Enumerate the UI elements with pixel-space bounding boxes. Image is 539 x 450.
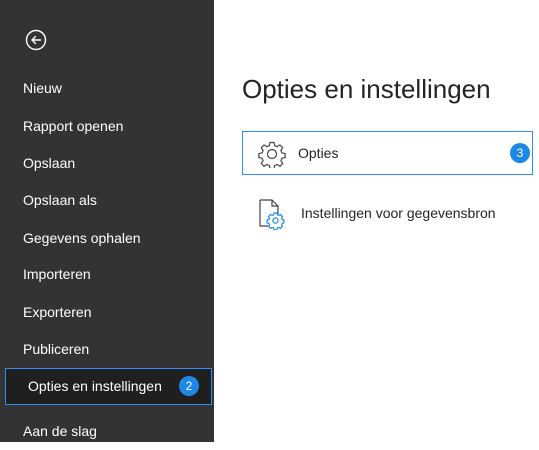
- page-title: Opties en instellingen: [242, 74, 491, 104]
- options-button[interactable]: Opties 3: [242, 131, 533, 175]
- document-settings-icon: [257, 198, 285, 231]
- data-source-settings-label: Instellingen voor gegevensbron: [301, 205, 496, 221]
- sidebar-item-label: Aan de slag: [23, 423, 97, 439]
- sidebar-item-label: Importeren: [23, 266, 91, 282]
- sidebar-item-opslaan-als[interactable]: Opslaan als: [0, 182, 214, 219]
- sidebar-item-nieuw[interactable]: Nieuw: [0, 70, 214, 107]
- sidebar-item-label: Gegevens ophalen: [23, 230, 141, 246]
- sidebar-item-rapport-openen[interactable]: Rapport openen: [0, 108, 214, 145]
- data-source-settings-button[interactable]: Instellingen voor gegevensbron: [242, 192, 539, 236]
- sidebar-item-label: Nieuw: [23, 80, 62, 96]
- sidebar-item-aan-de-slag[interactable]: Aan de slag: [0, 413, 214, 450]
- sidebar-item-label: Exporteren: [23, 304, 92, 320]
- sidebar-item-label: Opslaan als: [23, 192, 97, 208]
- sidebar-item-label: Opslaan: [23, 155, 76, 171]
- step-badge: 3: [510, 143, 530, 163]
- sidebar-item-opties-en-instellingen[interactable]: Opties en instellingen 2: [5, 368, 212, 405]
- backstage-sidebar: Nieuw Rapport openen Opslaan Opslaan als…: [0, 0, 214, 442]
- options-label: Opties: [298, 145, 339, 161]
- sidebar-item-publiceren[interactable]: Publiceren: [0, 331, 214, 368]
- sidebar-item-importeren[interactable]: Importeren: [0, 256, 214, 293]
- back-arrow-icon[interactable]: [25, 29, 47, 51]
- sidebar-item-opslaan[interactable]: Opslaan: [0, 145, 214, 182]
- sidebar-item-label: Publiceren: [23, 341, 90, 357]
- sidebar-item-exporteren[interactable]: Exporteren: [0, 294, 214, 331]
- step-badge: 2: [179, 376, 199, 396]
- sidebar-item-gegevens-ophalen[interactable]: Gegevens ophalen: [0, 220, 214, 257]
- sidebar-item-label: Rapport openen: [23, 118, 124, 134]
- gear-icon: [258, 140, 286, 170]
- sidebar-item-label: Opties en instellingen: [28, 378, 162, 394]
